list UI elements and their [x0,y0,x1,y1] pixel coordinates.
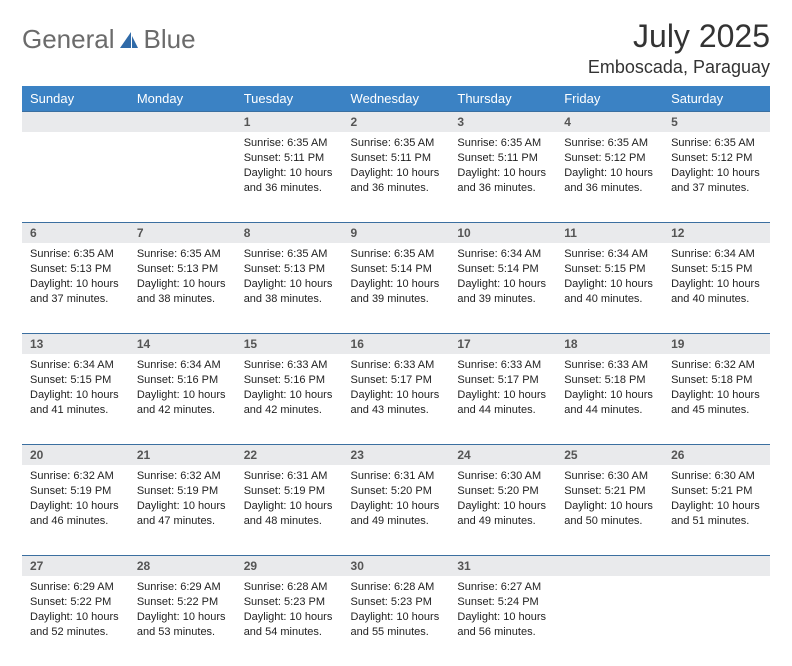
header: General Blue July 2025 Emboscada, Paragu… [22,18,770,78]
weekday-header: Sunday [22,86,129,111]
day-number: 19 [663,333,770,354]
day-number: 2 [343,111,450,132]
day-number: 24 [449,444,556,465]
logo: General Blue [22,18,196,55]
day-content: Sunrise: 6:35 AMSunset: 5:13 PMDaylight:… [129,243,236,314]
day-number [129,111,236,132]
day-number: 28 [129,555,236,576]
day-number: 13 [22,333,129,354]
day-content: Sunrise: 6:33 AMSunset: 5:17 PMDaylight:… [449,354,556,425]
day-number: 27 [22,555,129,576]
day-number: 3 [449,111,556,132]
day-content: Sunrise: 6:30 AMSunset: 5:21 PMDaylight:… [663,465,770,536]
weekday-header: Thursday [449,86,556,111]
weekday-header: Monday [129,86,236,111]
weekday-header: Tuesday [236,86,343,111]
day-number: 31 [449,555,556,576]
day-content [129,132,236,144]
day-content: Sunrise: 6:31 AMSunset: 5:20 PMDaylight:… [343,465,450,536]
day-number: 10 [449,222,556,243]
day-content: Sunrise: 6:35 AMSunset: 5:11 PMDaylight:… [343,132,450,203]
day-number: 26 [663,444,770,465]
day-number: 16 [343,333,450,354]
day-number: 4 [556,111,663,132]
day-number: 14 [129,333,236,354]
day-content: Sunrise: 6:35 AMSunset: 5:13 PMDaylight:… [236,243,343,314]
weekday-header: Friday [556,86,663,111]
day-content: Sunrise: 6:34 AMSunset: 5:14 PMDaylight:… [449,243,556,314]
day-content: Sunrise: 6:33 AMSunset: 5:16 PMDaylight:… [236,354,343,425]
day-content: Sunrise: 6:35 AMSunset: 5:14 PMDaylight:… [343,243,450,314]
day-number: 23 [343,444,450,465]
day-content: Sunrise: 6:34 AMSunset: 5:15 PMDaylight:… [556,243,663,314]
day-content: Sunrise: 6:31 AMSunset: 5:19 PMDaylight:… [236,465,343,536]
day-number: 20 [22,444,129,465]
day-number: 11 [556,222,663,243]
day-content: Sunrise: 6:34 AMSunset: 5:15 PMDaylight:… [663,243,770,314]
day-number: 9 [343,222,450,243]
calendar-grid: SundayMondayTuesdayWednesdayThursdayFrid… [22,86,770,666]
day-number [22,111,129,132]
day-content: Sunrise: 6:30 AMSunset: 5:20 PMDaylight:… [449,465,556,536]
day-content [663,576,770,588]
day-number: 5 [663,111,770,132]
month-title: July 2025 [588,18,770,55]
day-content: Sunrise: 6:34 AMSunset: 5:16 PMDaylight:… [129,354,236,425]
day-number: 1 [236,111,343,132]
day-content: Sunrise: 6:35 AMSunset: 5:13 PMDaylight:… [22,243,129,314]
day-content: Sunrise: 6:30 AMSunset: 5:21 PMDaylight:… [556,465,663,536]
day-content: Sunrise: 6:35 AMSunset: 5:12 PMDaylight:… [663,132,770,203]
day-content: Sunrise: 6:34 AMSunset: 5:15 PMDaylight:… [22,354,129,425]
day-number: 15 [236,333,343,354]
day-content: Sunrise: 6:32 AMSunset: 5:18 PMDaylight:… [663,354,770,425]
day-content [22,132,129,144]
day-content: Sunrise: 6:33 AMSunset: 5:18 PMDaylight:… [556,354,663,425]
day-number [556,555,663,576]
day-number: 8 [236,222,343,243]
day-number [663,555,770,576]
location: Emboscada, Paraguay [588,57,770,78]
logo-text-2: Blue [144,24,196,55]
day-number: 29 [236,555,343,576]
day-number: 7 [129,222,236,243]
day-number: 17 [449,333,556,354]
weekday-header-row: SundayMondayTuesdayWednesdayThursdayFrid… [22,86,770,111]
day-content: Sunrise: 6:33 AMSunset: 5:17 PMDaylight:… [343,354,450,425]
weekday-header: Wednesday [343,86,450,111]
day-content [556,576,663,588]
weekday-header: Saturday [663,86,770,111]
day-content: Sunrise: 6:35 AMSunset: 5:11 PMDaylight:… [236,132,343,203]
day-number: 25 [556,444,663,465]
day-number: 22 [236,444,343,465]
logo-sail-icon [118,30,140,50]
day-number: 12 [663,222,770,243]
day-number: 18 [556,333,663,354]
day-number: 21 [129,444,236,465]
day-content: Sunrise: 6:32 AMSunset: 5:19 PMDaylight:… [129,465,236,536]
day-content: Sunrise: 6:35 AMSunset: 5:11 PMDaylight:… [449,132,556,203]
day-content: Sunrise: 6:35 AMSunset: 5:12 PMDaylight:… [556,132,663,203]
title-block: July 2025 Emboscada, Paraguay [588,18,770,78]
logo-text-1: General [22,24,115,55]
day-number: 6 [22,222,129,243]
day-content: Sunrise: 6:32 AMSunset: 5:19 PMDaylight:… [22,465,129,536]
day-number: 30 [343,555,450,576]
